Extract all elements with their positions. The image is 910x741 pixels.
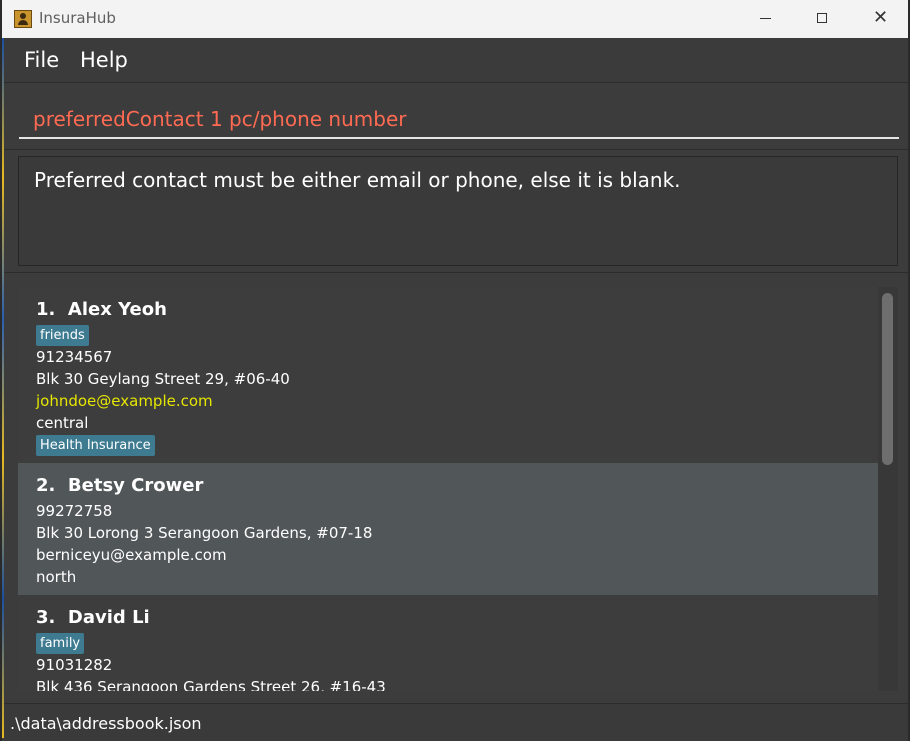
close-icon: ✕ bbox=[873, 7, 889, 28]
save-location: .\data\addressbook.json bbox=[10, 714, 202, 733]
person-phone: 91031282 bbox=[36, 656, 113, 674]
person-index: 1. bbox=[36, 299, 56, 320]
tag-badge: family bbox=[36, 633, 85, 654]
insurance-badge: Health Insurance bbox=[36, 435, 155, 456]
person-phone: 99272758 bbox=[36, 502, 113, 520]
person-card[interactable]: 2. Betsy Crower 99272758 Blk 30 Lorong 3… bbox=[18, 463, 878, 595]
person-email: johndoe@example.com bbox=[36, 392, 213, 410]
maximize-icon bbox=[817, 13, 827, 23]
person-list[interactable]: 1. Alex Yeoh friends 91234567 Blk 30 Gey… bbox=[18, 287, 898, 691]
person-email: berniceyu@example.com bbox=[36, 546, 227, 564]
result-display[interactable]: Preferred contact must be either email o… bbox=[18, 156, 898, 266]
person-name-text: David Li bbox=[67, 607, 150, 628]
person-card[interactable]: 1. Alex Yeoh friends 91234567 Blk 30 Gey… bbox=[18, 287, 878, 463]
person-address: Blk 30 Geylang Street 29, #06-40 bbox=[36, 370, 290, 388]
addressbook-app-icon bbox=[14, 10, 32, 28]
person-index: 2. bbox=[36, 475, 56, 496]
person-address: Blk 30 Lorong 3 Serangoon Gardens, #07-1… bbox=[36, 524, 373, 542]
maximize-button[interactable] bbox=[794, 0, 852, 38]
person-card[interactable]: 3. David Li family 91031282 Blk 436 Sera… bbox=[18, 595, 878, 691]
status-bar: .\data\addressbook.json bbox=[4, 703, 908, 741]
close-button[interactable]: ✕ bbox=[852, 0, 908, 38]
menu-file[interactable]: File bbox=[24, 48, 59, 72]
person-phone: 91234567 bbox=[36, 348, 113, 366]
scrollbar-thumb[interactable] bbox=[882, 293, 893, 465]
person-region: north bbox=[36, 568, 77, 586]
result-display-panel: Preferred contact must be either email o… bbox=[4, 150, 908, 273]
minimize-icon bbox=[760, 18, 771, 19]
menu-bar: File Help bbox=[4, 38, 908, 83]
person-name: 3. David Li bbox=[36, 607, 150, 628]
command-box-panel bbox=[4, 83, 908, 150]
list-scrollbar[interactable] bbox=[878, 287, 898, 691]
person-name: 2. Betsy Crower bbox=[36, 475, 203, 496]
person-name: 1. Alex Yeoh bbox=[36, 299, 167, 320]
person-region: central bbox=[36, 414, 89, 432]
title-bar[interactable]: InsuraHub ✕ bbox=[2, 0, 908, 39]
tag-badge: friends bbox=[36, 325, 89, 346]
person-name-text: Betsy Crower bbox=[67, 475, 204, 496]
person-index: 3. bbox=[36, 607, 56, 628]
window-title: InsuraHub bbox=[39, 9, 116, 27]
person-list-panel: 1. Alex Yeoh friends 91234567 Blk 30 Gey… bbox=[4, 273, 908, 703]
menu-help[interactable]: Help bbox=[80, 48, 128, 72]
person-name-text: Alex Yeoh bbox=[67, 299, 167, 320]
app-window: InsuraHub ✕ File Help Preferred contact … bbox=[0, 0, 910, 741]
command-input[interactable] bbox=[19, 98, 899, 139]
minimize-button[interactable] bbox=[736, 0, 794, 38]
person-address: Blk 436 Serangoon Gardens Street 26, #16… bbox=[36, 678, 386, 691]
